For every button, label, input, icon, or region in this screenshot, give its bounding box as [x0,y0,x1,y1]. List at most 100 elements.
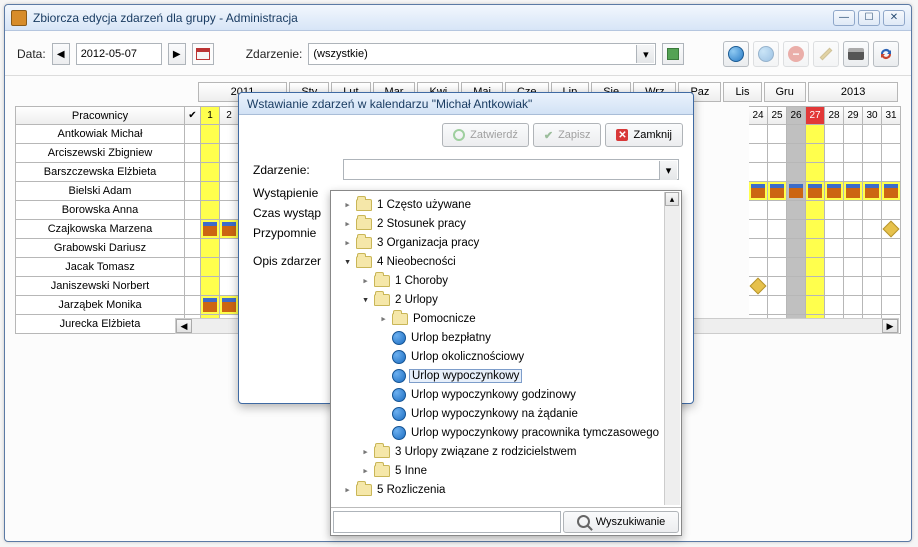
day-cell[interactable] [220,125,239,144]
day-cell[interactable] [863,163,882,182]
expand-icon[interactable] [360,464,371,477]
day-cell[interactable] [220,201,239,220]
day-cell[interactable] [825,277,844,296]
day-cell[interactable] [844,258,863,277]
tree-node[interactable]: Urlop wypoczynkowy godzinowy [333,385,679,404]
day-cell[interactable] [825,220,844,239]
tree-search-button[interactable]: Wyszukiwanie [563,511,679,533]
day-cell[interactable] [768,163,787,182]
employee-cell[interactable]: Arciszewski Zbigniew [15,144,185,163]
employee-cell[interactable]: Czajkowska Marzena [15,220,185,239]
day-cell[interactable] [749,163,768,182]
tree-node[interactable]: 2 Stosunek pracy [333,214,679,233]
event-cell[interactable] [825,182,844,201]
close-button[interactable]: ✕ [883,10,905,26]
day-cell[interactable] [220,182,239,201]
day-cell[interactable] [806,163,825,182]
day-cell[interactable] [185,182,201,201]
nav-month[interactable]: Gru [764,82,806,102]
event-cell[interactable] [201,220,220,239]
employee-cell[interactable]: Antkowiak Michał [15,125,185,144]
pin-cell[interactable] [882,220,901,239]
day-cell[interactable] [882,277,901,296]
day-cell[interactable] [220,239,239,258]
day-cell[interactable] [825,125,844,144]
tree-node[interactable]: 1 Często używane [333,195,679,214]
check-header[interactable]: ✔ [185,106,201,125]
tree-node[interactable]: 4 Nieobecności [333,252,679,271]
day-cell[interactable] [882,296,901,315]
event-dropdown[interactable]: (wszystkie) ▾ [308,43,656,65]
day-cell[interactable] [185,125,201,144]
day-cell[interactable] [806,125,825,144]
day-cell[interactable] [749,144,768,163]
day-cell[interactable] [844,277,863,296]
day-cell[interactable] [806,239,825,258]
day-cell[interactable] [863,277,882,296]
day-cell[interactable] [863,220,882,239]
event-cell[interactable] [787,182,806,201]
day-cell[interactable] [863,125,882,144]
day-cell[interactable] [825,239,844,258]
employee-cell[interactable]: Bielski Adam [15,182,185,201]
nav-month[interactable]: Lis [723,82,761,102]
day-cell[interactable] [787,296,806,315]
expand-icon[interactable] [360,445,371,458]
day-cell[interactable] [201,144,220,163]
tree-node[interactable]: Urlop wypoczynkowy pracownika tymczasowe… [333,423,679,442]
day-cell[interactable] [787,220,806,239]
day-cell[interactable] [882,125,901,144]
globe-add-button[interactable] [723,41,749,67]
day-cell[interactable] [220,144,239,163]
expand-icon[interactable] [378,312,389,325]
close-dialog-button[interactable]: ✕Zamknij [605,123,683,147]
event-cell[interactable] [220,220,239,239]
day-cell[interactable] [844,296,863,315]
day-cell[interactable] [749,258,768,277]
day-cell[interactable] [749,296,768,315]
event-cell[interactable] [768,182,787,201]
event-cell[interactable] [844,182,863,201]
date-input[interactable] [76,43,162,65]
day-cell[interactable] [768,296,787,315]
day-cell[interactable] [806,258,825,277]
day-cell[interactable] [882,144,901,163]
employee-cell[interactable]: Jacak Tomasz [15,258,185,277]
tree-node[interactable]: 5 Inne [333,461,679,480]
day-cell[interactable] [806,220,825,239]
day-cell[interactable] [844,201,863,220]
event-cell[interactable] [882,182,901,201]
tree-list[interactable]: 1 Często używane2 Stosunek pracy3 Organi… [331,191,681,507]
day-cell[interactable] [863,258,882,277]
day-cell[interactable] [863,239,882,258]
day-cell[interactable] [787,144,806,163]
nav-next-year[interactable]: 2013 [808,82,898,102]
employee-cell[interactable]: Janiszewski Norbert [15,277,185,296]
tree-search-input[interactable] [333,511,561,533]
day-cell[interactable] [844,125,863,144]
scroll-right-icon[interactable]: ▶ [882,319,898,333]
day-cell[interactable] [749,220,768,239]
event-cell[interactable] [220,296,239,315]
tree-node[interactable]: 2 Urlopy [333,290,679,309]
expand-icon[interactable] [342,483,353,496]
day-cell[interactable] [787,277,806,296]
expand-icon[interactable] [342,255,353,268]
day-cell[interactable] [844,144,863,163]
day-cell[interactable] [863,296,882,315]
day-cell[interactable] [201,277,220,296]
day-cell[interactable] [768,144,787,163]
tree-node[interactable]: Urlop bezpłatny [333,328,679,347]
day-cell[interactable] [185,239,201,258]
day-cell[interactable] [201,239,220,258]
tree-node[interactable]: 3 Organizacja pracy [333,233,679,252]
event-cell[interactable] [201,296,220,315]
day-cell[interactable] [787,201,806,220]
day-cell[interactable] [201,258,220,277]
day-cell[interactable] [220,163,239,182]
day-cell[interactable] [787,125,806,144]
day-cell[interactable] [749,201,768,220]
scroll-left-icon[interactable]: ◀ [176,319,192,333]
day-cell[interactable] [825,296,844,315]
day-cell[interactable] [185,296,201,315]
